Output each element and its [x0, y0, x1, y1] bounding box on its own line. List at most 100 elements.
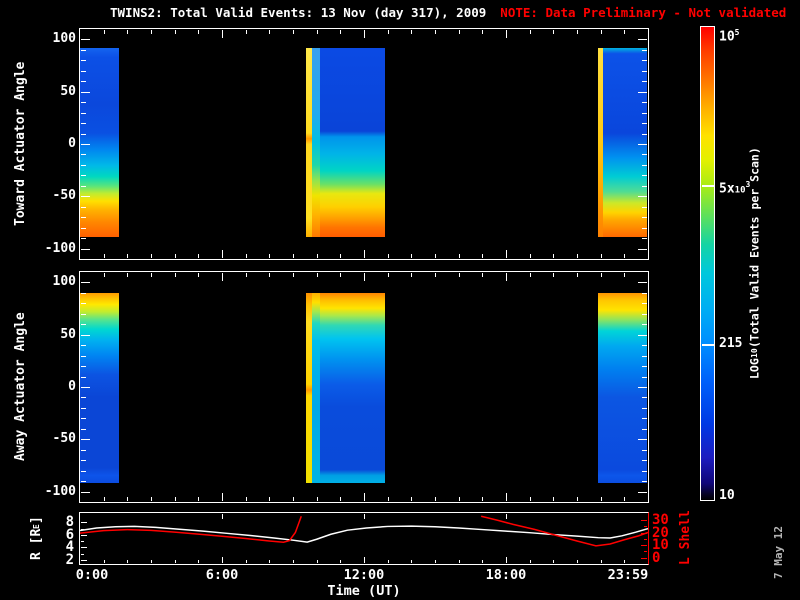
axis-tick-label: 23:59 [607, 567, 649, 583]
axis-tick [364, 493, 365, 501]
axis-tick [642, 355, 647, 357]
axis-tick [127, 273, 129, 277]
axis-tick [81, 39, 90, 41]
axis-tick [269, 273, 271, 277]
axis-tick [127, 497, 129, 501]
axis-tick [81, 491, 90, 493]
axis-tick-label: 100 [52, 274, 76, 290]
axis-tick [245, 254, 247, 258]
axis-tick [387, 273, 389, 277]
axis-tick [482, 497, 484, 501]
axis-tick [103, 273, 105, 277]
axis-tick [458, 30, 460, 34]
plot-title: TWINS2: Total Valid Events: 13 Nov (day … [110, 5, 487, 20]
axis-tick [151, 497, 152, 501]
axis-tick [529, 273, 531, 277]
axis-tick-label: 18:00 [485, 567, 527, 583]
axis-tick [458, 273, 460, 277]
axis-tick [411, 30, 413, 34]
axis-tick [81, 522, 87, 524]
axis-tick [577, 273, 578, 277]
axis-tick [506, 250, 507, 258]
axis-tick [642, 470, 647, 472]
axis-tick [638, 282, 647, 284]
axis-tick-label: 50 [60, 83, 76, 99]
axis-tick [642, 185, 647, 187]
axis-tick [642, 366, 647, 368]
axis-tick [642, 324, 647, 326]
axis-tick [553, 273, 555, 277]
axis-tick [506, 514, 507, 519]
axis-tick-label: 6:00 [205, 567, 239, 583]
axis-tick [293, 30, 294, 34]
axis-tick [81, 528, 84, 530]
axis-tick [81, 227, 86, 229]
axis-tick [81, 355, 86, 357]
axis-tick [316, 273, 318, 277]
axis-tick [81, 91, 90, 93]
axis-tick [81, 470, 86, 472]
axis-tick [81, 376, 86, 378]
axis-tick [482, 273, 484, 277]
colorbar-tick-label: 105 [719, 27, 740, 44]
axis-tick [81, 481, 86, 483]
r-axis-label: R [R E] [29, 516, 44, 560]
axis-tick [638, 144, 647, 145]
axis-tick [642, 449, 647, 451]
axis-tick [81, 206, 86, 208]
axis-tick [81, 248, 90, 250]
away-spectrogram-panel [79, 271, 649, 503]
axis-tick [642, 407, 647, 409]
title-row: TWINS2: Total Valid Events: 13 Nov (day … [110, 5, 786, 20]
axis-tick [151, 560, 152, 563]
axis-tick [458, 560, 460, 563]
axis-tick [364, 514, 365, 519]
axis-tick [506, 493, 507, 501]
axis-tick [642, 123, 647, 125]
axis-tick [642, 164, 647, 166]
axis-tick [81, 559, 87, 561]
toward-spectrogram-panel [79, 28, 649, 260]
axis-tick [644, 526, 647, 528]
axis-tick [81, 185, 86, 187]
axis-tick [642, 70, 647, 72]
axis-tick [364, 273, 365, 281]
axis-tick [222, 250, 223, 258]
axis-tick [600, 30, 602, 34]
axis-tick [506, 273, 507, 281]
axis-tick-label: -100 [44, 483, 76, 499]
axis-tick [269, 30, 271, 34]
axis-tick [638, 248, 647, 250]
axis-tick [600, 254, 602, 258]
axis-tick [435, 560, 436, 563]
axis-tick-label: 12:00 [343, 567, 385, 583]
axis-tick [81, 449, 86, 451]
axis-tick [245, 30, 247, 34]
axis-tick [127, 254, 129, 258]
axis-tick [642, 303, 647, 305]
axis-tick-label: 0 [68, 136, 76, 151]
axis-tick [293, 497, 294, 501]
axis-tick [151, 30, 152, 34]
axis-tick [624, 560, 626, 563]
axis-tick [293, 560, 294, 563]
axis-tick [81, 164, 86, 166]
axis-tick [316, 30, 318, 34]
axis-tick [642, 313, 647, 315]
axis-tick [293, 273, 294, 277]
axis-tick-label: 0 [68, 379, 76, 394]
axis-tick [174, 273, 176, 277]
axis-tick [642, 345, 647, 347]
axis-tick [387, 497, 389, 501]
axis-tick [81, 238, 86, 240]
axis-tick [638, 387, 647, 388]
axis-tick [600, 497, 602, 501]
axis-tick [293, 254, 294, 258]
axis-tick [529, 560, 531, 563]
axis-tick [387, 254, 389, 258]
axis-tick [435, 30, 436, 34]
axis-tick [642, 154, 647, 156]
axis-tick [577, 254, 578, 258]
axis-tick [245, 560, 247, 563]
axis-tick [245, 273, 247, 277]
